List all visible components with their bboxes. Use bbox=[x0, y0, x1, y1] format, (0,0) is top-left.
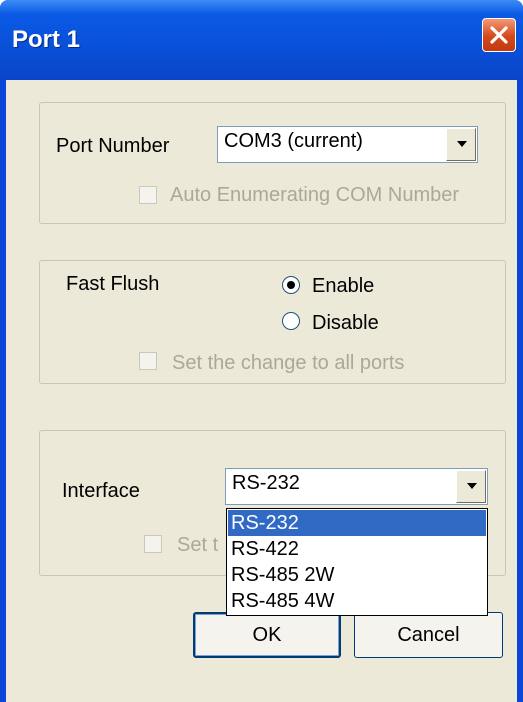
interface-label: Interface bbox=[62, 480, 140, 502]
ok-button[interactable]: OK bbox=[193, 612, 341, 658]
interface-combo-value: RS-232 bbox=[232, 472, 300, 494]
auto-enumerating-checkbox[interactable] bbox=[139, 186, 157, 204]
cancel-button[interactable]: Cancel bbox=[354, 612, 503, 658]
cancel-button-label: Cancel bbox=[397, 624, 460, 646]
enable-radio-label: Enable bbox=[312, 275, 375, 297]
port-number-dropdown-button[interactable] bbox=[446, 128, 476, 161]
title-bar[interactable]: Port 1 bbox=[0, 0, 523, 80]
interface-option-rs232[interactable]: RS-232 bbox=[228, 510, 486, 536]
port-number-combo[interactable]: COM3 (current) bbox=[217, 126, 478, 163]
window-title: Port 1 bbox=[12, 26, 81, 53]
close-icon bbox=[490, 26, 508, 44]
disable-radio[interactable] bbox=[282, 312, 300, 330]
auto-enumerating-label: Auto Enumerating COM Number bbox=[170, 184, 460, 206]
interface-dropdown-list: RS-232 RS-422 RS-485 2W RS-485 4W bbox=[226, 508, 488, 616]
chevron-down-icon bbox=[467, 483, 477, 489]
chevron-down-icon bbox=[457, 141, 467, 147]
interface-combo[interactable]: RS-232 bbox=[225, 468, 488, 505]
disable-radio-label: Disable bbox=[312, 312, 379, 334]
fast-flush-label: Fast Flush bbox=[66, 273, 160, 295]
interface-option-rs422[interactable]: RS-422 bbox=[228, 536, 486, 562]
close-button[interactable] bbox=[482, 18, 516, 52]
interface-dropdown-button[interactable] bbox=[456, 470, 486, 503]
port-number-combo-value: COM3 (current) bbox=[224, 130, 363, 152]
interface-option-rs485-4w[interactable]: RS-485 4W bbox=[228, 588, 486, 614]
ok-button-label: OK bbox=[252, 624, 282, 646]
interface-set-all-label: Set t bbox=[177, 534, 219, 556]
enable-radio[interactable] bbox=[282, 276, 300, 294]
interface-set-all-checkbox[interactable] bbox=[144, 535, 162, 553]
fast-flush-set-all-label: Set the change to all ports bbox=[172, 352, 405, 374]
port-number-label: Port Number bbox=[56, 135, 170, 157]
fast-flush-set-all-checkbox[interactable] bbox=[139, 352, 157, 370]
interface-option-rs485-2w[interactable]: RS-485 2W bbox=[228, 562, 486, 588]
port-dialog-window: Port 1 Port Number COM3 (current) Auto E… bbox=[0, 0, 523, 702]
